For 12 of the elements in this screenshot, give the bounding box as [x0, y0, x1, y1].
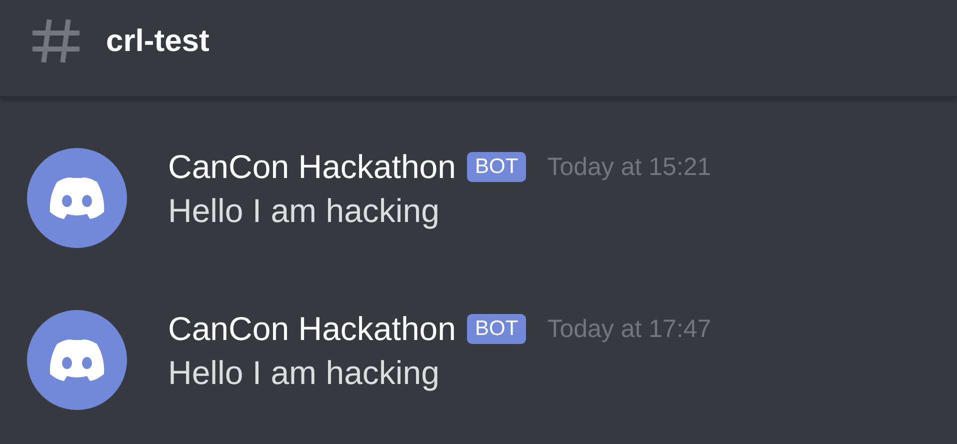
author-name[interactable]: CanCon Hackathon [168, 310, 456, 348]
channel-title: crl-test [106, 23, 210, 59]
bot-tag: BOT [467, 152, 526, 182]
avatar[interactable] [27, 148, 127, 248]
message-text: Hello I am hacking [168, 354, 440, 392]
avatar[interactable] [27, 310, 127, 410]
bot-tag: BOT [467, 314, 526, 344]
message-text: Hello I am hacking [168, 192, 440, 230]
author-name[interactable]: CanCon Hackathon [168, 148, 456, 186]
timestamp: Today at 17:47 [547, 314, 712, 344]
hash-icon [32, 19, 80, 63]
timestamp: Today at 15:21 [547, 152, 712, 182]
